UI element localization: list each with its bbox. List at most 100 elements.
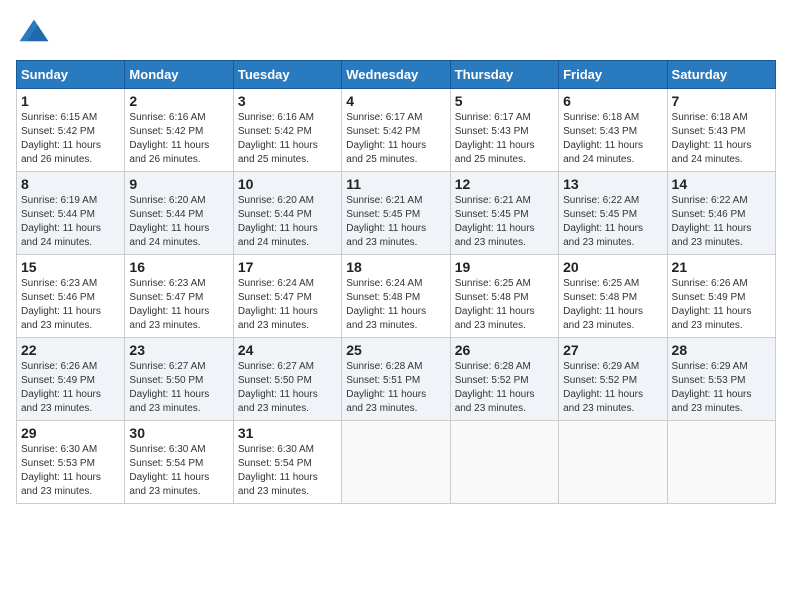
day-info: Sunrise: 6:22 AM Sunset: 5:45 PM Dayligh… <box>563 194 662 250</box>
day-info: Sunrise: 6:20 AM Sunset: 5:44 PM Dayligh… <box>129 194 228 250</box>
calendar-cell: 12 Sunrise: 6:21 AM Sunset: 5:45 PM Dayl… <box>450 172 558 255</box>
day-number: 2 <box>129 93 228 109</box>
day-info: Sunrise: 6:28 AM Sunset: 5:51 PM Dayligh… <box>346 360 445 416</box>
logo <box>16 16 56 52</box>
calendar-cell: 1 Sunrise: 6:15 AM Sunset: 5:42 PM Dayli… <box>17 89 125 172</box>
calendar-cell: 7 Sunrise: 6:18 AM Sunset: 5:43 PM Dayli… <box>667 89 775 172</box>
calendar-header-row: SundayMondayTuesdayWednesdayThursdayFrid… <box>17 61 776 89</box>
calendar-cell: 14 Sunrise: 6:22 AM Sunset: 5:46 PM Dayl… <box>667 172 775 255</box>
calendar-cell: 16 Sunrise: 6:23 AM Sunset: 5:47 PM Dayl… <box>125 255 233 338</box>
calendar-cell: 24 Sunrise: 6:27 AM Sunset: 5:50 PM Dayl… <box>233 338 341 421</box>
page-header <box>16 16 776 52</box>
calendar-week-row: 15 Sunrise: 6:23 AM Sunset: 5:46 PM Dayl… <box>17 255 776 338</box>
day-info: Sunrise: 6:15 AM Sunset: 5:42 PM Dayligh… <box>21 111 120 167</box>
day-number: 6 <box>563 93 662 109</box>
day-header-friday: Friday <box>559 61 667 89</box>
calendar-cell: 29 Sunrise: 6:30 AM Sunset: 5:53 PM Dayl… <box>17 421 125 504</box>
day-info: Sunrise: 6:26 AM Sunset: 5:49 PM Dayligh… <box>21 360 120 416</box>
logo-icon <box>16 16 52 52</box>
calendar-cell: 27 Sunrise: 6:29 AM Sunset: 5:52 PM Dayl… <box>559 338 667 421</box>
day-number: 22 <box>21 342 120 358</box>
day-number: 19 <box>455 259 554 275</box>
day-info: Sunrise: 6:24 AM Sunset: 5:47 PM Dayligh… <box>238 277 337 333</box>
day-info: Sunrise: 6:21 AM Sunset: 5:45 PM Dayligh… <box>346 194 445 250</box>
day-info: Sunrise: 6:27 AM Sunset: 5:50 PM Dayligh… <box>238 360 337 416</box>
day-number: 17 <box>238 259 337 275</box>
day-info: Sunrise: 6:17 AM Sunset: 5:42 PM Dayligh… <box>346 111 445 167</box>
day-number: 21 <box>672 259 771 275</box>
day-number: 1 <box>21 93 120 109</box>
calendar-cell: 6 Sunrise: 6:18 AM Sunset: 5:43 PM Dayli… <box>559 89 667 172</box>
day-number: 5 <box>455 93 554 109</box>
day-header-thursday: Thursday <box>450 61 558 89</box>
day-number: 28 <box>672 342 771 358</box>
calendar-cell: 26 Sunrise: 6:28 AM Sunset: 5:52 PM Dayl… <box>450 338 558 421</box>
day-info: Sunrise: 6:25 AM Sunset: 5:48 PM Dayligh… <box>563 277 662 333</box>
calendar-cell <box>559 421 667 504</box>
calendar-cell: 17 Sunrise: 6:24 AM Sunset: 5:47 PM Dayl… <box>233 255 341 338</box>
day-header-saturday: Saturday <box>667 61 775 89</box>
calendar-cell <box>450 421 558 504</box>
calendar-cell: 8 Sunrise: 6:19 AM Sunset: 5:44 PM Dayli… <box>17 172 125 255</box>
calendar-cell: 20 Sunrise: 6:25 AM Sunset: 5:48 PM Dayl… <box>559 255 667 338</box>
calendar-cell: 11 Sunrise: 6:21 AM Sunset: 5:45 PM Dayl… <box>342 172 450 255</box>
day-header-sunday: Sunday <box>17 61 125 89</box>
day-header-wednesday: Wednesday <box>342 61 450 89</box>
day-number: 4 <box>346 93 445 109</box>
day-number: 27 <box>563 342 662 358</box>
day-header-tuesday: Tuesday <box>233 61 341 89</box>
day-info: Sunrise: 6:18 AM Sunset: 5:43 PM Dayligh… <box>563 111 662 167</box>
day-info: Sunrise: 6:20 AM Sunset: 5:44 PM Dayligh… <box>238 194 337 250</box>
calendar-cell: 2 Sunrise: 6:16 AM Sunset: 5:42 PM Dayli… <box>125 89 233 172</box>
calendar-week-row: 22 Sunrise: 6:26 AM Sunset: 5:49 PM Dayl… <box>17 338 776 421</box>
day-number: 12 <box>455 176 554 192</box>
calendar-cell: 25 Sunrise: 6:28 AM Sunset: 5:51 PM Dayl… <box>342 338 450 421</box>
day-number: 23 <box>129 342 228 358</box>
day-number: 26 <box>455 342 554 358</box>
day-info: Sunrise: 6:25 AM Sunset: 5:48 PM Dayligh… <box>455 277 554 333</box>
day-info: Sunrise: 6:16 AM Sunset: 5:42 PM Dayligh… <box>238 111 337 167</box>
day-number: 14 <box>672 176 771 192</box>
calendar-cell: 19 Sunrise: 6:25 AM Sunset: 5:48 PM Dayl… <box>450 255 558 338</box>
calendar-cell: 5 Sunrise: 6:17 AM Sunset: 5:43 PM Dayli… <box>450 89 558 172</box>
calendar-cell: 13 Sunrise: 6:22 AM Sunset: 5:45 PM Dayl… <box>559 172 667 255</box>
day-number: 3 <box>238 93 337 109</box>
day-info: Sunrise: 6:17 AM Sunset: 5:43 PM Dayligh… <box>455 111 554 167</box>
calendar-cell: 28 Sunrise: 6:29 AM Sunset: 5:53 PM Dayl… <box>667 338 775 421</box>
calendar-cell: 4 Sunrise: 6:17 AM Sunset: 5:42 PM Dayli… <box>342 89 450 172</box>
day-info: Sunrise: 6:29 AM Sunset: 5:52 PM Dayligh… <box>563 360 662 416</box>
day-header-monday: Monday <box>125 61 233 89</box>
day-number: 11 <box>346 176 445 192</box>
day-info: Sunrise: 6:18 AM Sunset: 5:43 PM Dayligh… <box>672 111 771 167</box>
day-info: Sunrise: 6:16 AM Sunset: 5:42 PM Dayligh… <box>129 111 228 167</box>
calendar-cell: 31 Sunrise: 6:30 AM Sunset: 5:54 PM Dayl… <box>233 421 341 504</box>
calendar-cell: 21 Sunrise: 6:26 AM Sunset: 5:49 PM Dayl… <box>667 255 775 338</box>
day-number: 10 <box>238 176 337 192</box>
calendar-cell: 30 Sunrise: 6:30 AM Sunset: 5:54 PM Dayl… <box>125 421 233 504</box>
calendar-cell <box>667 421 775 504</box>
day-info: Sunrise: 6:24 AM Sunset: 5:48 PM Dayligh… <box>346 277 445 333</box>
day-number: 29 <box>21 425 120 441</box>
calendar-cell: 18 Sunrise: 6:24 AM Sunset: 5:48 PM Dayl… <box>342 255 450 338</box>
day-info: Sunrise: 6:23 AM Sunset: 5:47 PM Dayligh… <box>129 277 228 333</box>
day-info: Sunrise: 6:30 AM Sunset: 5:54 PM Dayligh… <box>129 443 228 499</box>
calendar-week-row: 1 Sunrise: 6:15 AM Sunset: 5:42 PM Dayli… <box>17 89 776 172</box>
day-number: 31 <box>238 425 337 441</box>
day-info: Sunrise: 6:19 AM Sunset: 5:44 PM Dayligh… <box>21 194 120 250</box>
day-number: 8 <box>21 176 120 192</box>
day-number: 9 <box>129 176 228 192</box>
day-info: Sunrise: 6:23 AM Sunset: 5:46 PM Dayligh… <box>21 277 120 333</box>
day-number: 7 <box>672 93 771 109</box>
calendar-cell: 15 Sunrise: 6:23 AM Sunset: 5:46 PM Dayl… <box>17 255 125 338</box>
calendar-week-row: 29 Sunrise: 6:30 AM Sunset: 5:53 PM Dayl… <box>17 421 776 504</box>
day-number: 30 <box>129 425 228 441</box>
calendar-cell: 23 Sunrise: 6:27 AM Sunset: 5:50 PM Dayl… <box>125 338 233 421</box>
day-number: 16 <box>129 259 228 275</box>
day-info: Sunrise: 6:26 AM Sunset: 5:49 PM Dayligh… <box>672 277 771 333</box>
day-number: 24 <box>238 342 337 358</box>
day-info: Sunrise: 6:22 AM Sunset: 5:46 PM Dayligh… <box>672 194 771 250</box>
day-info: Sunrise: 6:28 AM Sunset: 5:52 PM Dayligh… <box>455 360 554 416</box>
calendar-week-row: 8 Sunrise: 6:19 AM Sunset: 5:44 PM Dayli… <box>17 172 776 255</box>
calendar-cell <box>342 421 450 504</box>
day-number: 25 <box>346 342 445 358</box>
